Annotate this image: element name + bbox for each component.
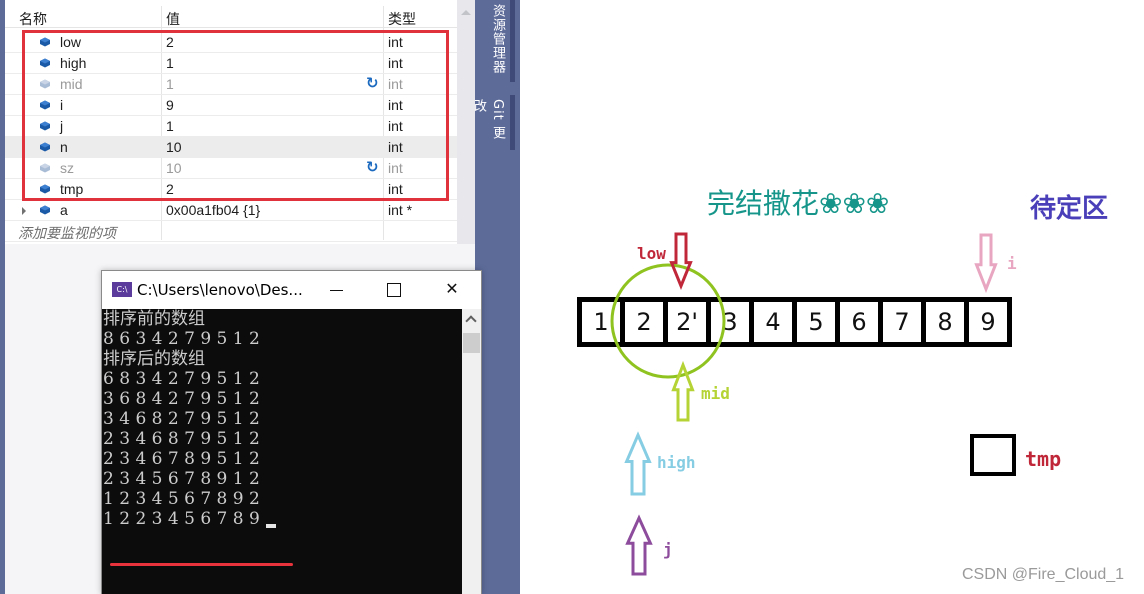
- text-cursor: [265, 524, 276, 528]
- watermark: CSDN @Fire_Cloud_1: [962, 566, 1125, 583]
- tab-solution-explorer[interactable]: 资源管理器: [484, 0, 510, 82]
- console-line: 1 2 2 3 4 5 6 7 8 9: [103, 509, 462, 529]
- i-arrow-icon: [974, 233, 998, 294]
- close-button[interactable]: ✕: [437, 277, 467, 303]
- j-arrow-icon: [625, 514, 653, 576]
- tab-git-changes[interactable]: Git 更改: [471, 95, 510, 150]
- console-line: 3 4 6 8 2 7 9 5 1 2: [103, 409, 260, 429]
- side-tab-bar: 资源管理器 Git 更改: [471, 0, 520, 594]
- expand-icon[interactable]: [22, 207, 26, 215]
- console-line: 3 6 8 4 2 7 9 5 1 2: [103, 389, 260, 409]
- scroll-thumb[interactable]: [463, 333, 480, 353]
- red-underline-annotation: [110, 563, 293, 566]
- variable-icon: [40, 205, 50, 215]
- pointer-label-high: high: [657, 453, 696, 472]
- scroll-up-icon[interactable]: [461, 10, 471, 15]
- console-line: 2 3 4 6 8 7 9 5 1 2: [103, 429, 260, 449]
- tmp-slot: [970, 434, 1016, 476]
- maximize-button[interactable]: [379, 277, 409, 303]
- screenshot-root: 名称 值 类型 low 2 int high 1 int mid 1 ↻ int i 9 int j 1 in…: [0, 0, 1144, 594]
- console-window: C:\ C:\Users\lenovo\Des... ✕ 排序前的数组 8 6 3…: [101, 270, 482, 594]
- low-arrow-icon: [669, 232, 693, 290]
- watch-scrollbar[interactable]: [457, 0, 475, 244]
- pointer-label-tmp: tmp: [1025, 447, 1062, 471]
- watch-value[interactable]: 0x00a1fb04 {1}: [166, 202, 260, 218]
- console-line: 1 2 3 4 5 6 7 8 9 2: [103, 489, 260, 509]
- pointer-label-i: i: [1007, 254, 1017, 273]
- pointer-label-mid: mid: [701, 384, 730, 403]
- console-title: C:\Users\lenovo\Des...: [137, 281, 303, 299]
- console-line: 8 6 3 4 2 7 9 5 1 2: [103, 329, 260, 349]
- console-app-icon: C:\: [112, 282, 132, 297]
- column-header-value[interactable]: 值: [166, 9, 180, 29]
- console-output[interactable]: 排序前的数组 8 6 3 4 2 7 9 5 1 2 排序后的数组 6 8 3 4 2…: [102, 309, 462, 594]
- add-watch-row[interactable]: 添加要监视的项: [5, 221, 457, 242]
- tab-indicator: [510, 95, 515, 150]
- pointer-label-j: j: [663, 540, 673, 559]
- console-titlebar[interactable]: C:\ C:\Users\lenovo\Des... ✕: [102, 271, 481, 309]
- minimize-button[interactable]: [322, 277, 352, 303]
- console-line: 2 3 4 6 7 8 9 5 1 2: [103, 449, 260, 469]
- sort-diagram: 完结撒花❀❀❀ 待定区 1 2 2' 3 4 5 6 7 8 9 low mid high j i…: [520, 0, 1144, 594]
- watch-type: int *: [388, 202, 413, 218]
- scroll-up-icon[interactable]: [465, 315, 477, 327]
- console-scrollbar[interactable]: [462, 309, 481, 594]
- console-line: 2 3 4 5 6 7 8 9 1 2: [103, 469, 260, 489]
- add-watch-placeholder[interactable]: 添加要监视的项: [18, 223, 116, 243]
- pointer-label-low: low: [637, 244, 666, 263]
- console-line-text: 1 2 2 3 4 5 6 7 8 9: [103, 509, 260, 529]
- highlight-box: [22, 30, 449, 201]
- pointer-overlay: [610, 232, 998, 576]
- high-arrow-icon: [624, 431, 652, 496]
- watch-name: a: [60, 202, 68, 218]
- tab-indicator: [510, 0, 515, 82]
- console-line: 排序前的数组: [103, 309, 205, 329]
- focus-circle: [610, 263, 726, 379]
- console-line: 排序后的数组: [103, 349, 205, 369]
- column-header-type[interactable]: 类型: [388, 9, 416, 29]
- column-header-name[interactable]: 名称: [19, 9, 47, 29]
- console-line: 6 8 3 4 2 7 9 5 1 2: [103, 369, 260, 389]
- watch-header: 名称 值 类型: [5, 6, 457, 28]
- watch-row[interactable]: a 0x00a1fb04 {1} int *: [5, 200, 457, 221]
